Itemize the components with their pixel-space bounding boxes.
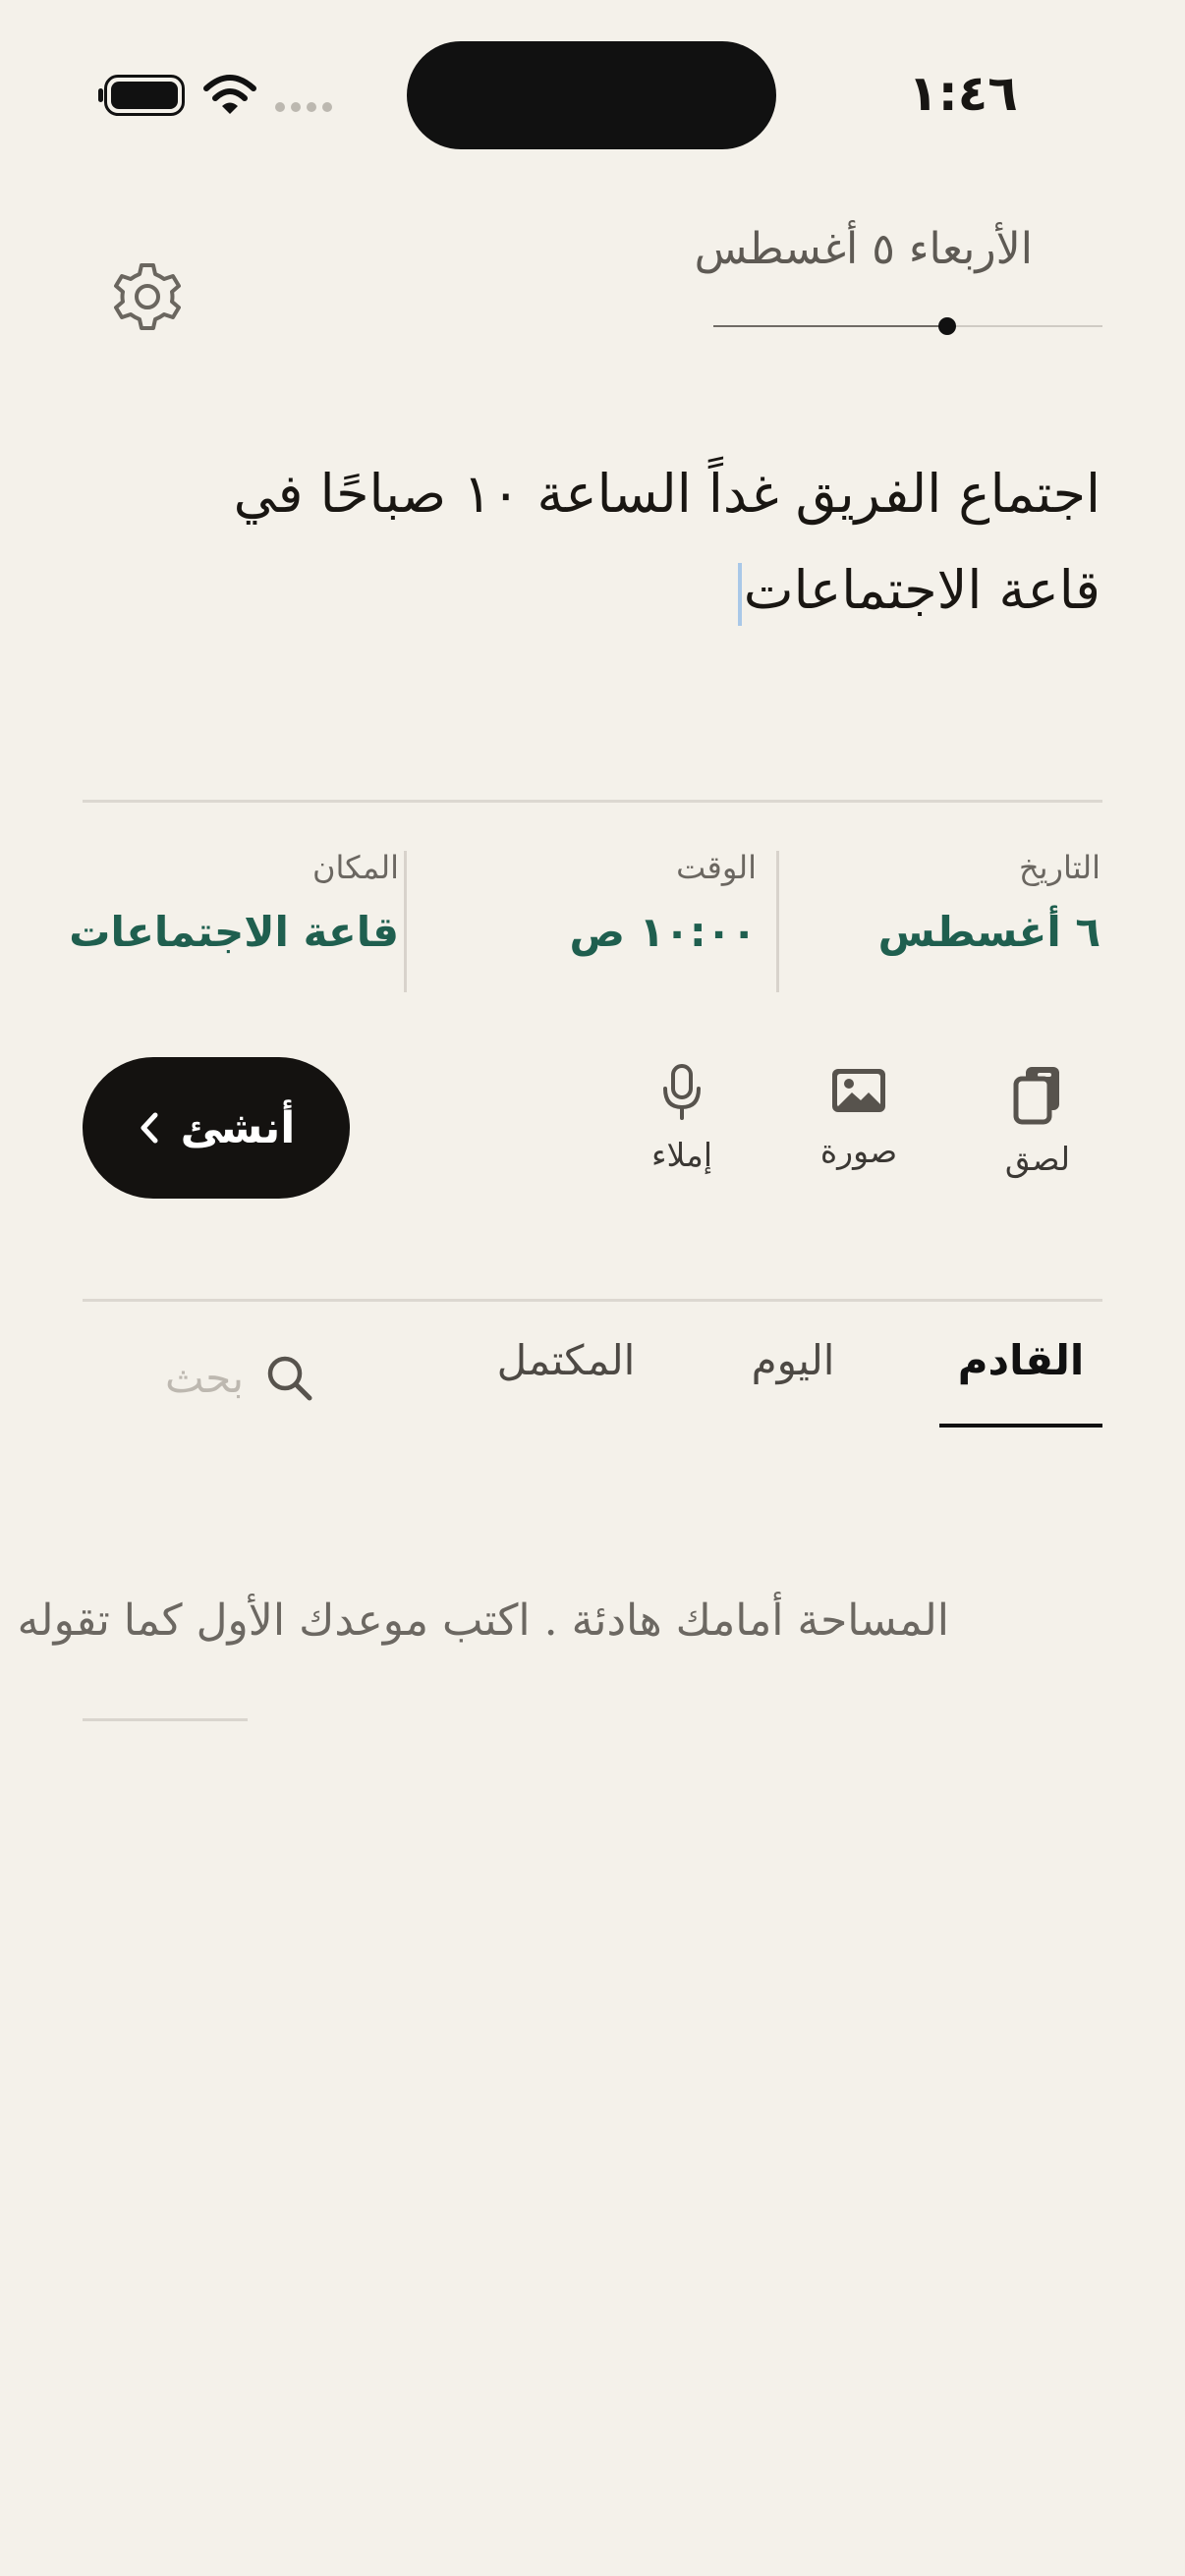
dictate-button[interactable]: إملاء	[623, 1063, 741, 1201]
text-caret	[737, 563, 742, 626]
field-time-label: الوقت	[676, 849, 757, 886]
tab-completed[interactable]: المكتمل	[478, 1336, 654, 1430]
dynamic-island	[407, 41, 776, 149]
field-date-value: ٦ أغسطس	[877, 908, 1100, 956]
event-text-input[interactable]: اجتماع الفريق غداً الساعة ١٠ صباحًا في ق…	[118, 446, 1100, 639]
photo-label: صورة	[819, 1132, 898, 1170]
tab-upcoming[interactable]: القادم	[939, 1336, 1102, 1430]
dictate-label: إملاء	[650, 1136, 713, 1174]
date-slider[interactable]	[713, 316, 1102, 336]
create-button[interactable]: أنشئ	[83, 1057, 350, 1199]
date-slider-fill	[713, 325, 947, 327]
wifi-icon	[203, 75, 256, 114]
empty-state-underline	[83, 1718, 248, 1721]
photo-button[interactable]: صورة	[800, 1063, 918, 1201]
search-icon	[267, 1356, 312, 1401]
empty-state-message: المساحة أمامك هادئة . اكتب موعدك الأول ك…	[0, 1596, 949, 1646]
field-place[interactable]: المكان قاعة الاجتماعات	[69, 835, 399, 992]
status-time: ١:٤٦	[908, 65, 1018, 122]
paste-label: لصق	[1004, 1140, 1071, 1178]
event-text: اجتماع الفريق غداً الساعة ١٠ صباحًا في ق…	[233, 463, 1100, 621]
divider-middle	[83, 1299, 1102, 1302]
field-separator	[776, 851, 779, 992]
field-time-value: ١٠:٠٠ ص	[569, 908, 757, 956]
field-date-label: التاريخ	[1018, 849, 1100, 886]
photo-icon	[832, 1069, 885, 1112]
field-place-label: المكان	[311, 849, 399, 886]
field-date[interactable]: التاريخ ٦ أغسطس	[835, 835, 1100, 992]
battery-icon	[98, 75, 185, 116]
gear-icon[interactable]	[108, 257, 187, 336]
chevron-left-icon	[141, 1112, 158, 1144]
active-tab-indicator	[939, 1424, 1102, 1428]
field-separator	[404, 851, 407, 992]
current-date: الأربعاء ٥ أغسطس	[694, 224, 1033, 274]
paste-icon	[1013, 1067, 1059, 1125]
divider-top	[83, 800, 1102, 803]
search-field[interactable]: بحث	[165, 1352, 314, 1403]
create-label: أنشئ	[180, 1102, 296, 1153]
signal-icon	[275, 102, 332, 112]
field-place-value: قاعة الاجتماعات	[69, 908, 399, 956]
tab-today[interactable]: اليوم	[727, 1336, 859, 1430]
date-slider-thumb[interactable]	[937, 317, 956, 335]
search-placeholder: بحث	[165, 1353, 245, 1402]
field-time[interactable]: الوقت ١٠:٠٠ ص	[462, 835, 757, 992]
microphone-icon	[663, 1064, 701, 1120]
paste-button[interactable]: لصق	[979, 1063, 1097, 1201]
